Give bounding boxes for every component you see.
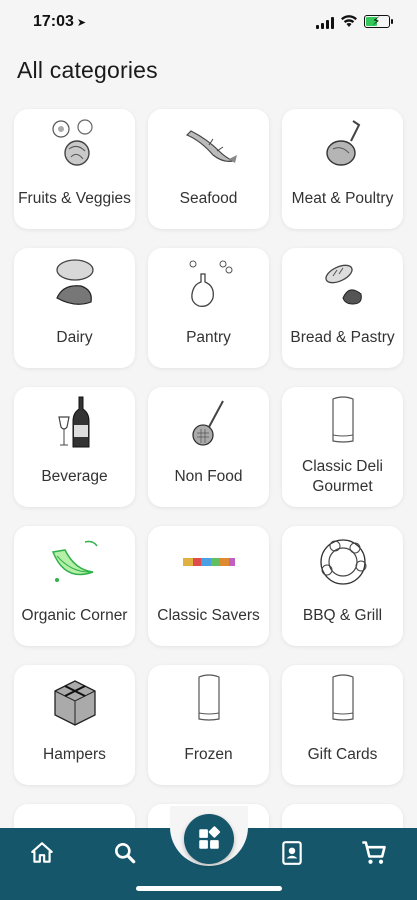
chef-hat-icon: [148, 671, 269, 731]
hamper-icon: [14, 671, 135, 731]
seafood-icon: [148, 115, 269, 175]
category-card-bread-pastry[interactable]: Bread & Pastry: [282, 248, 403, 368]
cellular-signal-icon: [316, 17, 334, 29]
category-label: Hampers: [43, 746, 106, 763]
organic-icon: [14, 532, 135, 592]
category-grid: Fruits & Veggies Seafood Meat & Poultry: [14, 109, 404, 832]
category-label: Classic Savers: [157, 607, 260, 624]
non-food-icon: [148, 393, 269, 453]
category-label: Beverage: [41, 468, 108, 485]
cart-icon[interactable]: [359, 838, 389, 868]
category-label: Bread & Pastry: [290, 329, 395, 346]
dairy-icon: [14, 254, 135, 314]
category-card-hampers[interactable]: Hampers: [14, 665, 135, 785]
chef-hat-icon: [282, 393, 403, 453]
category-card-non-food[interactable]: Non Food: [148, 387, 269, 507]
category-card-gift-cards[interactable]: Gift Cards: [282, 665, 403, 785]
wifi-icon: [341, 15, 357, 27]
status-time: 17:03 ➤: [33, 13, 87, 30]
bread-pastry-icon: [282, 254, 403, 314]
category-label: Fruits & Veggies: [18, 190, 131, 207]
category-card-classic-savers[interactable]: Classic Savers: [148, 526, 269, 646]
pantry-icon: [148, 254, 269, 314]
category-card-bbq-grill[interactable]: BBQ & Grill: [282, 526, 403, 646]
category-label: Gift Cards: [307, 746, 378, 763]
category-card-pantry[interactable]: Pantry: [148, 248, 269, 368]
page-title: All categories: [17, 57, 158, 83]
chef-hat-icon: [282, 671, 403, 731]
category-card-beverage[interactable]: Beverage: [14, 387, 135, 507]
category-label: Classic Deli Gourmet: [302, 458, 383, 495]
search-icon[interactable]: [110, 838, 140, 868]
category-label: Dairy: [56, 329, 93, 346]
meat-poultry-icon: [282, 115, 403, 175]
bbq-grill-icon: [282, 532, 403, 592]
category-label: BBQ & Grill: [302, 607, 383, 624]
category-card-fruits-veggies[interactable]: Fruits & Veggies: [14, 109, 135, 229]
category-card-frozen[interactable]: Frozen: [148, 665, 269, 785]
category-card-dairy[interactable]: Dairy: [14, 248, 135, 368]
home-indicator: [136, 886, 282, 891]
fruits-veggies-icon: [14, 115, 135, 175]
category-label: Frozen: [184, 746, 233, 763]
category-card-organic-corner[interactable]: Organic Corner: [14, 526, 135, 646]
status-bar: 17:03 ➤ ⚡: [0, 0, 417, 48]
classic-savers-icon: [148, 532, 269, 592]
categories-icon[interactable]: [184, 814, 234, 864]
category-label: Seafood: [179, 190, 238, 207]
beverage-icon: [14, 393, 135, 453]
category-label: Non Food: [174, 468, 243, 485]
location-arrow-icon: ➤: [76, 17, 87, 29]
category-label: Meat & Poultry: [291, 190, 394, 207]
battery-charging-icon: ⚡: [364, 14, 393, 28]
home-icon[interactable]: [27, 838, 57, 868]
category-label: Pantry: [186, 329, 231, 346]
category-label: Organic Corner: [21, 607, 128, 624]
account-icon[interactable]: [277, 838, 307, 868]
category-card-classic-deli-gourmet[interactable]: Classic Deli Gourmet: [282, 387, 403, 507]
category-card-seafood[interactable]: Seafood: [148, 109, 269, 229]
category-card-meat-poultry[interactable]: Meat & Poultry: [282, 109, 403, 229]
